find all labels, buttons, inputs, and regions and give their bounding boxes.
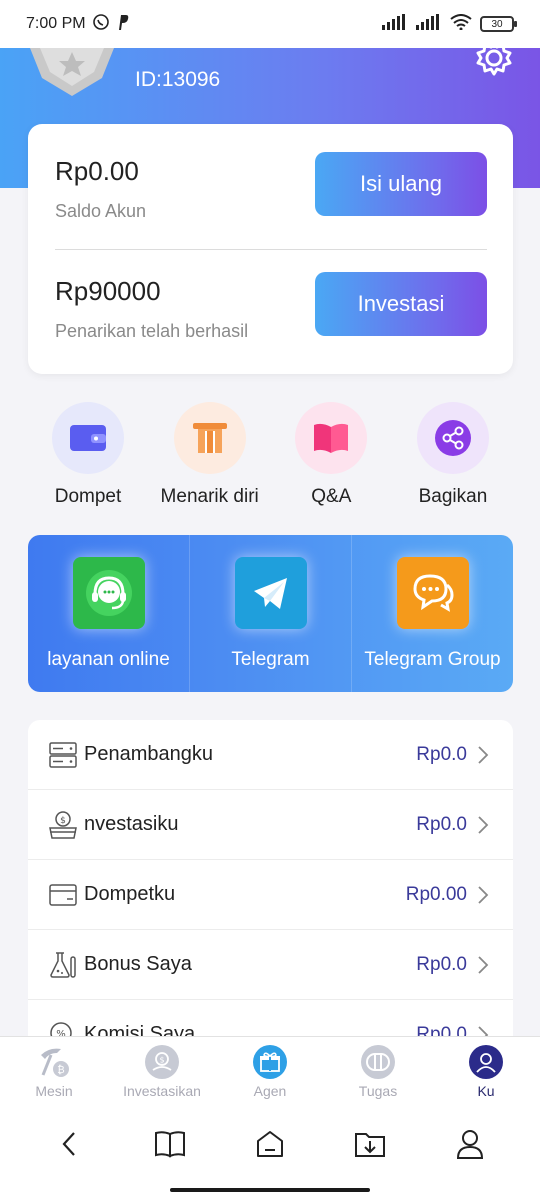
paypal-icon [116, 13, 130, 36]
book-nav-button[interactable] [148, 1124, 192, 1168]
level-badge-icon [30, 48, 114, 98]
gift-icon [253, 1045, 287, 1079]
task-icon [361, 1045, 395, 1079]
tab-ku[interactable]: Ku [432, 1037, 540, 1106]
menu-item-bonus[interactable]: Bonus Saya Rp0.0 [28, 930, 513, 1000]
menu-value: Rp0.00 [405, 883, 467, 905]
withdrawn-row: Rp90000 Penarikan telah berhasil Investa… [55, 272, 487, 342]
menu-item-wallet[interactable]: Dompetku Rp0.00 [28, 860, 513, 930]
menu-label: Dompetku [84, 883, 176, 905]
system-nav-bar [0, 1106, 540, 1200]
headset-icon [72, 557, 145, 629]
tab-label: Investasikan [123, 1083, 201, 1099]
menu-value: Rp0.0 [416, 1023, 467, 1037]
tab-investasikan[interactable]: $ Investasikan [108, 1037, 216, 1106]
menu-list: Penambangku Rp0.0 $ nvestasiku Rp0.0 Dom… [28, 720, 513, 1036]
money-box-icon: $ [48, 810, 78, 840]
tab-label: Mesin [35, 1083, 73, 1099]
balance-card: Rp0.00 Saldo Akun Isi ulang Rp90000 Pena… [28, 124, 513, 374]
chevron-right-icon [477, 815, 491, 835]
book-icon [295, 402, 368, 474]
tab-agen[interactable]: Agen [216, 1037, 324, 1106]
shortcut-withdraw[interactable]: Menarik diri [150, 402, 270, 508]
withdraw-icon [173, 402, 246, 474]
contact-telegram-group[interactable]: Telegram Group [352, 535, 513, 692]
signal-icon [382, 13, 408, 35]
menu-value: Rp0.0 [416, 743, 467, 765]
svg-text:₿: ₿ [57, 1064, 64, 1076]
shortcut-share[interactable]: Bagikan [393, 402, 513, 508]
menu-value: Rp0.0 [416, 813, 467, 835]
menu-item-investments[interactable]: $ nvestasiku Rp0.0 [28, 790, 513, 860]
back-button[interactable] [48, 1124, 92, 1168]
book-outline-icon [154, 1130, 186, 1163]
menu-label: nvestasiku [84, 813, 179, 835]
home-button[interactable] [248, 1124, 292, 1168]
chevron-right-icon [477, 955, 491, 975]
topup-button[interactable]: Isi ulang [315, 152, 487, 216]
wallet-outline-icon [48, 880, 78, 910]
shortcut-label: Dompet [54, 486, 122, 507]
tab-tugas[interactable]: Tugas [324, 1037, 432, 1106]
whatsapp-icon [92, 13, 110, 36]
status-bar: 7:00 PM 30 [0, 0, 540, 48]
chevron-right-icon [477, 885, 491, 905]
shortcut-row: Dompet Menarik diri Q&A Bagikan [28, 402, 513, 508]
invest-icon: $ [145, 1045, 179, 1079]
download-button[interactable] [348, 1124, 392, 1168]
tab-mesin[interactable]: ₿ Mesin [0, 1037, 108, 1106]
shortcut-label: Bagikan [418, 486, 488, 507]
menu-label: Bonus Saya [84, 953, 192, 975]
mining-icon: ₿ [37, 1045, 71, 1079]
contact-label: layanan online [47, 649, 170, 670]
battery-icon: 30 [480, 16, 517, 32]
svg-text:$: $ [60, 816, 66, 826]
shortcut-qa[interactable]: Q&A [271, 402, 391, 508]
divider [55, 249, 487, 250]
contact-label: Telegram [231, 649, 310, 670]
tab-label: Ku [477, 1083, 495, 1099]
server-icon [48, 740, 78, 770]
account-balance-row: Rp0.00 Saldo Akun Isi ulang [55, 152, 487, 222]
menu-item-miners[interactable]: Penambangku Rp0.0 [28, 720, 513, 790]
lab-bonus-icon [48, 950, 78, 980]
profile-nav-button[interactable] [448, 1124, 492, 1168]
menu-item-commission[interactable]: % Komisi Saya Rp0.0 [28, 1000, 513, 1036]
back-icon [60, 1131, 80, 1162]
chat-group-icon [396, 557, 469, 629]
contact-panel: layanan online Telegram Telegram Group [28, 535, 513, 692]
menu-label: Komisi Saya [84, 1023, 196, 1036]
svg-text:%: % [56, 1029, 66, 1037]
chevron-right-icon [477, 1025, 491, 1036]
tab-label: Tugas [358, 1083, 398, 1099]
home-icon [255, 1129, 285, 1164]
chevron-right-icon [477, 745, 491, 765]
percent-icon: % [48, 1020, 78, 1037]
home-indicator [170, 1188, 370, 1192]
shortcut-label: Menarik diri [160, 486, 259, 507]
contact-telegram[interactable]: Telegram [190, 535, 352, 692]
menu-value: Rp0.0 [416, 953, 467, 975]
wifi-icon [450, 13, 472, 35]
bottom-tab-bar: ₿ Mesin $ Investasikan Agen Tugas Ku [0, 1036, 540, 1106]
share-icon [416, 402, 489, 474]
status-time: 7:00 PM [26, 15, 86, 32]
contact-label: Telegram Group [364, 649, 501, 670]
svg-text:$: $ [159, 1056, 164, 1065]
invest-button[interactable]: Investasi [315, 272, 487, 336]
shortcut-label: Q&A [311, 486, 352, 507]
wallet-icon [52, 402, 124, 474]
person-icon [456, 1129, 484, 1164]
menu-label: Penambangku [84, 743, 213, 765]
tab-label: Agen [253, 1083, 287, 1099]
user-id: ID:13096 [135, 68, 221, 91]
shortcut-wallet[interactable]: Dompet [28, 402, 148, 508]
download-folder-icon [354, 1130, 386, 1163]
telegram-icon [234, 557, 307, 629]
signal-icon-2 [416, 13, 442, 35]
contact-online-service[interactable]: layanan online [28, 535, 190, 692]
user-icon [469, 1045, 503, 1079]
